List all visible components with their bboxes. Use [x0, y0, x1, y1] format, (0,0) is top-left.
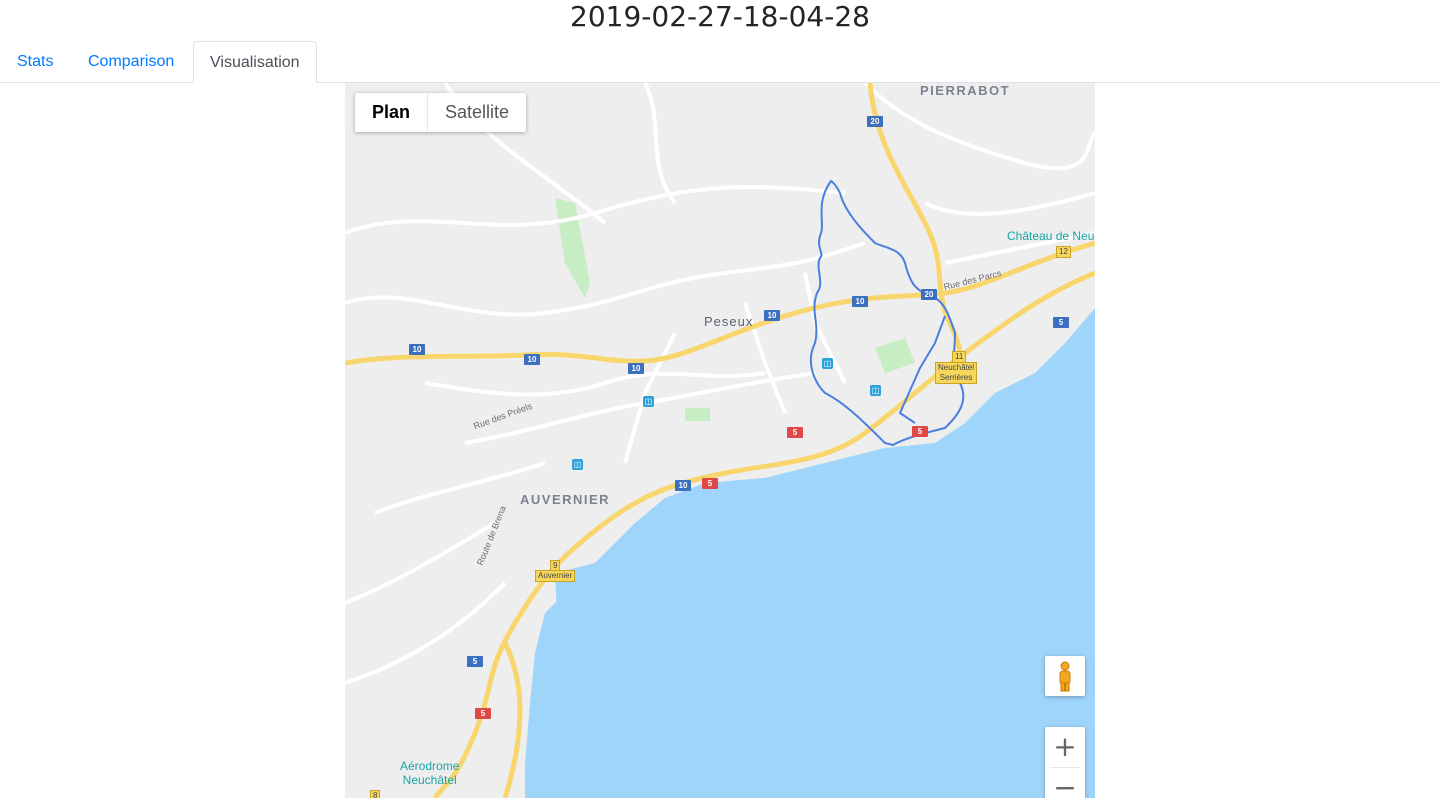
route-shield-5-red: 5	[475, 708, 491, 719]
poi-label-aerodrome: Aérodrome Neuchâtel	[400, 759, 459, 787]
exit-line2: Serrières	[939, 373, 973, 382]
gps-track	[809, 179, 965, 447]
route-shield-5-red: 5	[702, 478, 718, 489]
route-shield-5-red: 5	[787, 427, 803, 438]
zoom-control: + −	[1045, 727, 1085, 798]
route-shield-10: 10	[852, 296, 868, 307]
train-station-icon[interactable]: ◫	[572, 459, 583, 470]
exit-line1: Neuchâtel	[938, 363, 975, 372]
route-shield-5-red: 5	[912, 426, 928, 437]
map-base-layer[interactable]	[345, 83, 1095, 798]
tab-bar: Stats Comparison Visualisation	[0, 41, 1440, 83]
train-station-icon[interactable]: ◫	[643, 396, 654, 407]
map-type-plan-button[interactable]: Plan	[355, 93, 429, 132]
tab-comparison[interactable]: Comparison	[72, 41, 190, 83]
place-label-auvernier: AUVERNIER	[520, 492, 611, 507]
tab-stats[interactable]: Stats	[1, 41, 69, 83]
route-shield-20: 20	[867, 116, 883, 127]
route-shield-10: 10	[764, 310, 780, 321]
train-station-icon[interactable]: ◫	[870, 385, 881, 396]
route-shield-10: 10	[628, 363, 644, 374]
park-area	[555, 198, 590, 298]
route-shield-10: 10	[409, 344, 425, 355]
park-area	[685, 408, 710, 421]
train-station-icon[interactable]: ◫	[822, 358, 833, 369]
street-view-pegman-button[interactable]	[1045, 656, 1085, 696]
tab-visualisation[interactable]: Visualisation	[193, 41, 317, 83]
map-view[interactable]: PIERRABOT Peseux AUVERNIER Château de Ne…	[345, 83, 1095, 798]
exit-badge-auvernier: Auvernier	[535, 570, 576, 582]
pegman-icon	[1059, 661, 1071, 692]
route-shield-20: 20	[921, 289, 937, 300]
exit-badge-8: 8	[370, 790, 381, 798]
place-label-peseux: Peseux	[704, 314, 754, 329]
park-area	[875, 338, 915, 373]
place-label-pierrabot: PIERRABOT	[920, 83, 1011, 98]
poi-label-chateau: Château de Neu	[1007, 229, 1095, 243]
route-shield-10: 10	[675, 480, 691, 491]
route-shield-5: 5	[1053, 317, 1069, 328]
zoom-in-button[interactable]: +	[1045, 727, 1085, 767]
route-shield-5: 5	[467, 656, 483, 667]
route-shield-10: 10	[524, 354, 540, 365]
aerodrome-line2: Neuchâtel	[402, 773, 457, 787]
zoom-out-button[interactable]: −	[1045, 768, 1085, 798]
map-type-satellite-button[interactable]: Satellite	[428, 93, 526, 132]
exit-badge-12: 12	[1056, 246, 1071, 258]
page-title: 2019-02-27-18-04-28	[570, 0, 870, 33]
exit-badge-neuchatel-serrieres: Neuchâtel Serrières	[935, 362, 978, 384]
aerodrome-line1: Aérodrome	[400, 759, 460, 773]
map-type-control: Plan Satellite	[355, 93, 527, 132]
